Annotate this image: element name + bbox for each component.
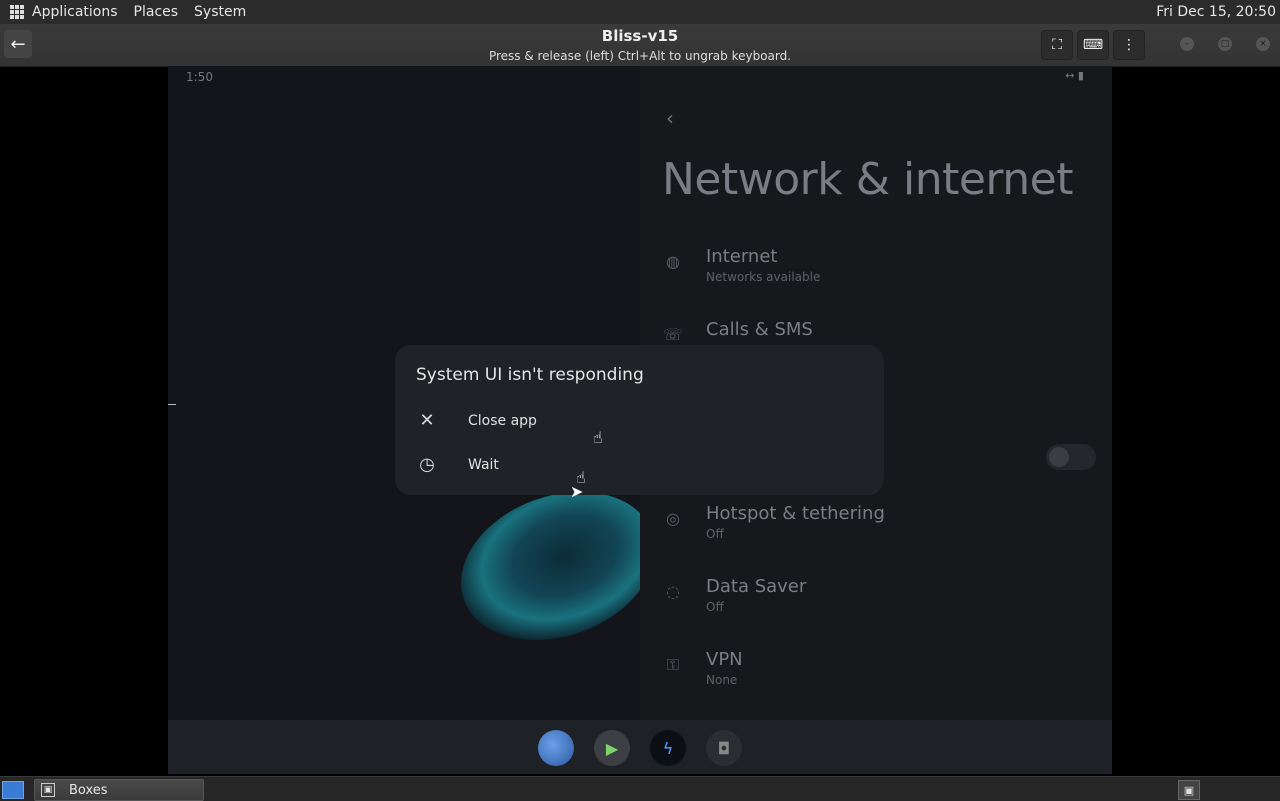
workspace-switcher-icon[interactable]: ▣ xyxy=(1178,780,1200,800)
settings-item-title: Calls & SMS xyxy=(706,319,813,340)
menu-applications[interactable]: Applications xyxy=(32,4,118,20)
wait-option[interactable]: ◷ Wait xyxy=(409,449,869,485)
apps-grid-icon[interactable] xyxy=(10,5,24,19)
settings-title: Network & internet xyxy=(662,154,1073,205)
play-store-icon[interactable]: ▶ xyxy=(594,730,630,766)
fullscreen-button[interactable]: ⛶ xyxy=(1041,30,1073,60)
settings-item-title: Hotspot & tethering xyxy=(706,503,885,524)
settings-back-button[interactable]: ‹ xyxy=(666,106,674,130)
option-label: Wait xyxy=(468,457,499,473)
maximize-icon: □ xyxy=(1220,39,1230,49)
vpn-key-icon: ⚿ xyxy=(666,655,680,674)
dialog-title: System UI isn't responding xyxy=(416,365,644,385)
settings-item-title: VPN xyxy=(706,649,743,670)
hand-cursor-icon: ☝ xyxy=(593,428,603,447)
menu-places[interactable]: Places xyxy=(134,4,179,20)
close-icon: × xyxy=(1259,39,1267,49)
bolt-app-icon[interactable]: ϟ xyxy=(650,730,686,766)
pointer-cursor-icon: ➤ xyxy=(570,482,584,501)
show-desktop-button[interactable] xyxy=(2,781,24,799)
maximize-button[interactable]: □ xyxy=(1218,37,1232,51)
keyboard-button[interactable]: ⌨ xyxy=(1077,30,1109,60)
minimize-icon: – xyxy=(1184,39,1190,49)
data-saver-icon: ◌ xyxy=(666,582,680,601)
boxes-app-icon: ▣ xyxy=(41,783,55,797)
android-dock: ▶ ϟ ◘ xyxy=(168,720,1112,774)
keyboard-icon: ⌨ xyxy=(1082,37,1104,53)
menu-button[interactable]: ⋮ xyxy=(1113,30,1145,60)
menu-system[interactable]: System xyxy=(194,4,246,20)
minimize-button[interactable]: – xyxy=(1180,37,1194,51)
menu-dots-icon: ⋮ xyxy=(1122,37,1136,53)
settings-item-title: Data Saver xyxy=(706,576,807,597)
camera-icon[interactable]: ◘ xyxy=(706,730,742,766)
anr-dialog: System UI isn't responding ✕ Close app ◷… xyxy=(395,345,884,495)
side-marker xyxy=(168,404,176,405)
settings-item-subtitle: None xyxy=(706,673,738,687)
settings-item-subtitle: Networks available xyxy=(706,270,821,284)
option-label: Close app xyxy=(468,413,537,429)
settings-item-title: Internet xyxy=(706,246,778,267)
panel-clock[interactable]: Fri Dec 15, 20:50 xyxy=(1156,4,1276,20)
settings-item-subtitle: Off xyxy=(706,527,724,541)
status-bar-time: 1:50 xyxy=(186,70,213,84)
close-window-button[interactable]: × xyxy=(1256,37,1270,51)
globe-question-icon: ◍ xyxy=(666,252,680,271)
top-panel: Applications Places System Fri Dec 15, 2… xyxy=(0,0,1280,24)
gallery-icon[interactable] xyxy=(538,730,574,766)
settings-toggle[interactable] xyxy=(1046,444,1096,470)
chevron-left-icon: ‹ xyxy=(666,106,674,130)
taskbar-item-boxes[interactable]: ▣ Boxes xyxy=(34,779,204,801)
bottom-taskbar: ▣ Boxes ▣ xyxy=(0,776,1280,801)
close-app-option[interactable]: ✕ Close app xyxy=(409,405,869,441)
boxes-header-bar: ← Bliss-v15 Press & release (left) Ctrl+… xyxy=(0,24,1280,67)
taskbar-item-label: Boxes xyxy=(69,782,108,798)
fullscreen-icon: ⛶ xyxy=(1052,37,1062,53)
hotspot-icon: ◎ xyxy=(666,509,680,528)
status-icons: ↔ ▮ xyxy=(1065,69,1084,82)
clock-icon: ◷ xyxy=(419,454,435,475)
settings-item-subtitle: Off xyxy=(706,600,724,614)
close-icon: ✕ xyxy=(419,410,435,431)
phone-icon: ☏ xyxy=(662,325,683,344)
